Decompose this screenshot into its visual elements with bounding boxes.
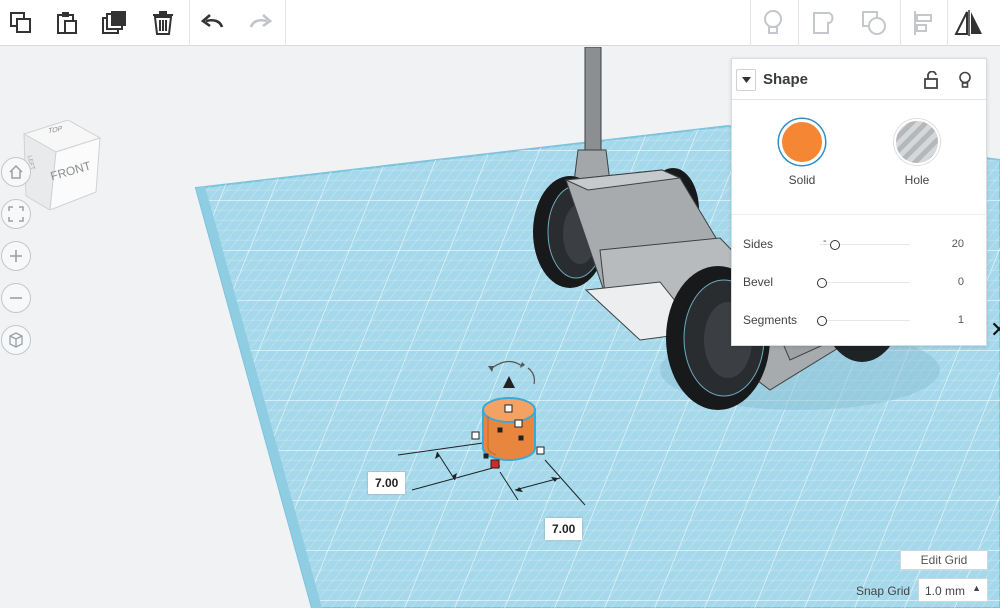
- toolbar-separator: [900, 0, 901, 46]
- snap-grid-value: 1.0 mm: [925, 584, 966, 598]
- hole-label: Hole: [904, 173, 930, 187]
- slider-minus-mark: -: [823, 235, 827, 247]
- toolbar-separator: [189, 0, 190, 46]
- shape-inspector-panel: Shape Solid Hole Sides - 20 Bevel 0 Segm…: [731, 58, 987, 346]
- delete-icon[interactable]: [144, 4, 182, 42]
- caret-up-icon: ▲: [972, 583, 981, 593]
- close-icon[interactable]: ✕: [990, 317, 1000, 343]
- mirror-icon[interactable]: [950, 4, 988, 42]
- chevron-down-icon[interactable]: [736, 69, 756, 91]
- group-icon[interactable]: [805, 4, 843, 42]
- toolbar-separator: [285, 0, 286, 46]
- sides-value[interactable]: 20: [952, 238, 964, 250]
- redo-icon[interactable]: [241, 4, 279, 42]
- panel-title: Shape: [763, 71, 809, 88]
- toolbar-separator: [750, 0, 751, 46]
- segments-value[interactable]: 1: [958, 314, 964, 326]
- dimension-length-label[interactable]: 7.00: [545, 518, 583, 540]
- ungroup-icon[interactable]: [855, 4, 893, 42]
- copy-icon[interactable]: [2, 4, 40, 42]
- solid-label: Solid: [788, 173, 816, 187]
- snap-grid-select[interactable]: 1.0 mm ▲: [918, 578, 988, 602]
- segments-label: Segments: [743, 313, 798, 327]
- segments-slider-track[interactable]: [820, 320, 910, 321]
- panel-header: Shape: [732, 59, 986, 100]
- snap-grid-label: Snap Grid: [856, 584, 911, 598]
- toolbar-separator: [947, 0, 948, 46]
- unlock-icon[interactable]: [921, 69, 941, 91]
- bevel-slider-track[interactable]: [820, 282, 910, 283]
- perspective-icon[interactable]: [1, 325, 31, 355]
- edit-grid-button[interactable]: Edit Grid: [900, 550, 988, 570]
- lightbulb-icon[interactable]: [955, 69, 975, 91]
- panel-divider: [732, 214, 986, 215]
- bevel-value[interactable]: 0: [958, 276, 964, 288]
- sides-label: Sides: [743, 237, 774, 251]
- undo-icon[interactable]: [194, 4, 232, 42]
- align-icon[interactable]: [904, 4, 942, 42]
- toolbar-separator: [798, 0, 799, 46]
- paste-icon[interactable]: [48, 4, 86, 42]
- bevel-slider-knob[interactable]: [817, 278, 827, 288]
- bevel-label: Bevel: [743, 275, 774, 289]
- zoom-out-icon[interactable]: [1, 283, 31, 313]
- dimension-width-label[interactable]: 7.00: [368, 472, 406, 494]
- toolbar: [0, 0, 1000, 46]
- segments-slider-knob[interactable]: [817, 316, 827, 326]
- sides-slider-knob[interactable]: [830, 240, 840, 250]
- hole-swatch[interactable]: [894, 119, 940, 165]
- fit-view-icon[interactable]: [1, 199, 31, 229]
- zoom-in-icon[interactable]: [1, 241, 31, 271]
- pole: [584, 47, 602, 158]
- home-view-icon[interactable]: [1, 157, 31, 187]
- solid-swatch[interactable]: [779, 119, 825, 165]
- lightbulb-icon[interactable]: [754, 4, 792, 42]
- duplicate-icon[interactable]: [96, 4, 134, 42]
- view-cube[interactable]: TOP LEFT FRONT: [20, 119, 104, 211]
